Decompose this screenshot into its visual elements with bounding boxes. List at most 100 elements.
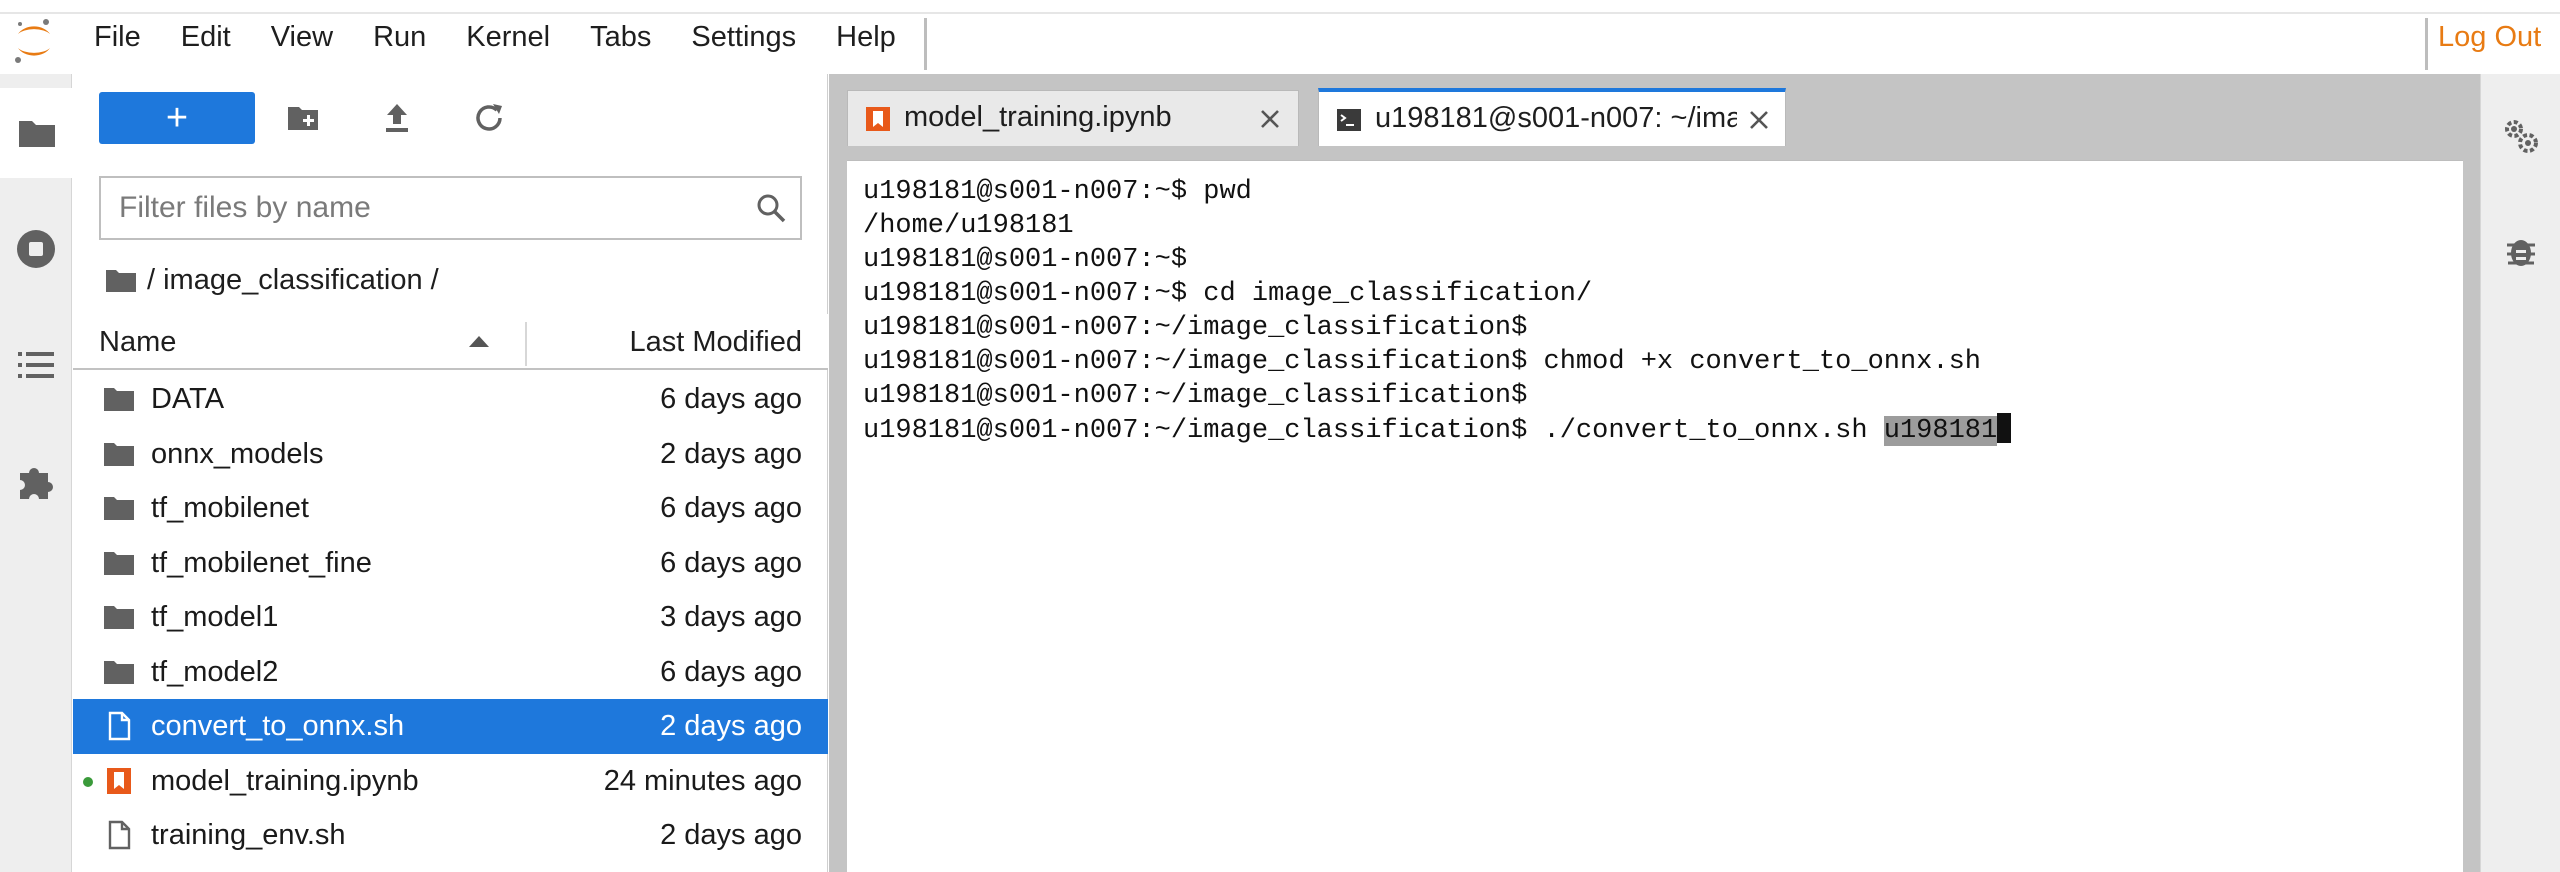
- file-modified: 2 days ago: [660, 710, 802, 743]
- file-name: training_env.sh: [151, 819, 346, 852]
- file-name: DATA: [151, 383, 225, 416]
- file-row[interactable]: DATA 6 days ago: [73, 372, 828, 427]
- refresh-icon[interactable]: [471, 100, 507, 136]
- breadcrumb[interactable]: / image_classification /: [105, 258, 439, 302]
- file-icon: [108, 711, 131, 741]
- search-icon: [757, 194, 786, 223]
- folder-icon: [18, 121, 55, 147]
- left-sidebar-rail: [0, 74, 73, 872]
- terminal-prompt-command: u198181@s001-n007:~/image_classification…: [863, 416, 1884, 446]
- file-list: DATA 6 days ago onnx_models 2 days ago tf_mo…: [73, 372, 828, 863]
- file-row[interactable]: convert_to_onnx.sh 2 days ago: [73, 699, 828, 754]
- tab-model-training-notebook[interactable]: model_training.ipynb: [847, 90, 1299, 146]
- breadcrumb-path[interactable]: / image_classification /: [147, 264, 439, 297]
- rail-toc-button[interactable]: [0, 320, 72, 410]
- file-row[interactable]: training_env.sh 2 days ago: [73, 808, 828, 863]
- rail-file-browser-button[interactable]: [0, 88, 73, 178]
- menu-run[interactable]: Run: [353, 0, 446, 74]
- rail-running-button[interactable]: [0, 204, 72, 294]
- menu-separator: [924, 18, 927, 70]
- menu-tabs[interactable]: Tabs: [570, 0, 671, 74]
- terminal-line: u198181@s001-n007:~$: [863, 245, 1188, 275]
- terminal-line: u198181@s001-n007:~/image_classification…: [863, 347, 1981, 377]
- file-modified: 3 days ago: [660, 601, 802, 634]
- terminal-line: u198181@s001-n007:~/image_classification…: [863, 313, 1528, 343]
- rail-extensions-button[interactable]: [0, 436, 72, 526]
- folder-icon: [106, 270, 136, 292]
- file-list-header: Name Last Modified: [73, 314, 828, 370]
- folder-icon: [104, 660, 134, 684]
- folder-icon: [104, 388, 134, 411]
- file-icon: [108, 820, 131, 850]
- close-icon[interactable]: [1256, 105, 1284, 133]
- filter-files-input[interactable]: [99, 176, 802, 240]
- extension-puzzle-icon: [20, 468, 53, 499]
- folder-icon: [104, 551, 134, 575]
- file-name: model_training.ipynb: [151, 764, 419, 797]
- tab-label: u198181@s001-n007: ~/ima: [1375, 102, 1737, 134]
- plus-icon: +: [165, 97, 189, 139]
- new-folder-icon[interactable]: [285, 100, 321, 136]
- sort-ascending-icon: [469, 336, 489, 347]
- logout-button[interactable]: Log Out: [2438, 0, 2541, 74]
- file-name: tf_mobilenet_fine: [151, 546, 372, 579]
- file-name: tf_model2: [151, 655, 279, 688]
- close-icon[interactable]: [1745, 106, 1773, 134]
- file-modified: 24 minutes ago: [603, 764, 802, 797]
- upload-icon[interactable]: [379, 100, 415, 136]
- file-browser-panel: + / image_classification / Name Last Mod…: [73, 74, 828, 872]
- file-row[interactable]: model_training.ipynb 24 minutes ago: [73, 754, 828, 809]
- menu-file[interactable]: File: [74, 0, 161, 74]
- terminal-line: u198181@s001-n007:~/image_classification…: [863, 381, 1528, 411]
- terminal-icon: [1337, 109, 1361, 131]
- file-name: convert_to_onnx.sh: [151, 710, 405, 743]
- file-name: tf_model1: [151, 601, 279, 634]
- menu-help[interactable]: Help: [816, 0, 916, 74]
- terminal-line: /home/u198181: [863, 211, 1074, 241]
- menu-kernel[interactable]: Kernel: [446, 0, 570, 74]
- file-name: onnx_models: [151, 437, 324, 470]
- terminal-cursor: [1997, 413, 2012, 443]
- logout-separator: [2425, 18, 2428, 70]
- file-modified: 2 days ago: [660, 819, 802, 852]
- menu-edit[interactable]: Edit: [161, 0, 251, 74]
- menu-view[interactable]: View: [251, 0, 353, 74]
- column-header-name[interactable]: Name: [99, 314, 176, 370]
- running-indicator-icon: [83, 776, 93, 787]
- tab-terminal[interactable]: u198181@s001-n007: ~/ima: [1318, 88, 1786, 146]
- main-menu: File Edit View Run Kernel Tabs Settings …: [74, 0, 916, 74]
- terminal-selected-text: u198181: [1883, 416, 1998, 446]
- folder-icon: [104, 497, 134, 520]
- file-row[interactable]: tf_model2 6 days ago: [73, 645, 828, 700]
- file-modified: 2 days ago: [660, 437, 802, 470]
- terminal-output: u198181@s001-n007:~$ pwd/home/u198181 u19…: [863, 175, 2012, 447]
- file-name: tf_mobilenet: [151, 492, 309, 525]
- main-dock-area: model_training.ipynb u198181@s001-n007: …: [829, 74, 2480, 872]
- table-of-contents-icon: [18, 352, 54, 378]
- jupyter-logo-icon: [15, 19, 50, 63]
- terminal-line: u198181@s001-n007:~$ cd image_classifica…: [863, 279, 1593, 309]
- column-divider[interactable]: [525, 322, 527, 366]
- file-modified: 6 days ago: [660, 492, 802, 525]
- file-modified: 6 days ago: [660, 383, 802, 416]
- running-stop-icon: [17, 230, 55, 268]
- file-row[interactable]: onnx_models 2 days ago: [73, 427, 828, 482]
- file-row[interactable]: tf_mobilenet 6 days ago: [73, 481, 828, 536]
- file-modified: 6 days ago: [660, 655, 802, 688]
- property-inspector-gears-icon[interactable]: [2499, 114, 2543, 158]
- right-sidebar-rail: [2480, 74, 2560, 872]
- terminal-line: u198181@s001-n007:~$ pwd: [863, 177, 1252, 207]
- folder-icon: [104, 442, 134, 466]
- column-header-last-modified[interactable]: Last Modified: [630, 314, 803, 370]
- file-row[interactable]: tf_mobilenet_fine 6 days ago: [73, 536, 828, 591]
- new-launcher-button[interactable]: +: [99, 92, 255, 144]
- notebook-icon: [107, 767, 131, 794]
- tab-bar: model_training.ipynb u198181@s001-n007: …: [829, 74, 2480, 146]
- menu-settings[interactable]: Settings: [671, 0, 816, 74]
- file-row[interactable]: tf_model1 3 days ago: [73, 590, 828, 645]
- debugger-bug-icon[interactable]: [2499, 228, 2543, 272]
- terminal-current-line[interactable]: u198181@s001-n007:~/image_classification…: [863, 413, 2012, 447]
- tab-label: model_training.ipynb: [904, 101, 1172, 133]
- terminal-panel[interactable]: u198181@s001-n007:~$ pwd/home/u198181 u19…: [847, 160, 2463, 872]
- file-modified: 6 days ago: [660, 546, 802, 579]
